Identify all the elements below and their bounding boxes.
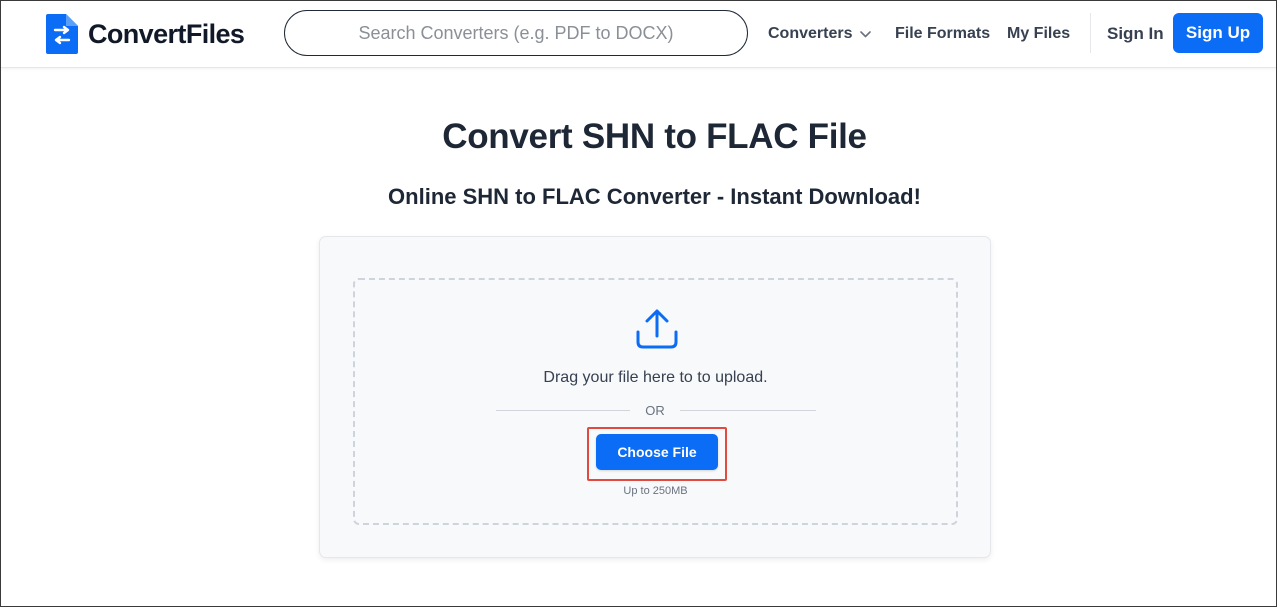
- file-dropzone[interactable]: Drag your file here to to upload. OR Cho…: [353, 278, 958, 525]
- nav-divider: [1090, 13, 1091, 53]
- search-box: [284, 10, 748, 56]
- search-input[interactable]: [285, 11, 747, 55]
- upload-card: Drag your file here to to upload. OR Cho…: [319, 236, 991, 558]
- or-separator-text: OR: [645, 403, 665, 418]
- file-size-limit-text: Up to 250MB: [623, 485, 688, 497]
- sign-in-label: Sign In: [1107, 24, 1164, 43]
- nav-my-files-label: My Files: [1007, 25, 1071, 42]
- nav-my-files-link[interactable]: My Files: [1007, 1, 1070, 67]
- upload-icon: [636, 309, 678, 349]
- page-title: Convert SHN to FLAC File: [442, 117, 867, 156]
- chevron-down-icon: [860, 30, 872, 37]
- convertfiles-logo-icon: [46, 14, 78, 54]
- brand-logo-link[interactable]: ConvertFiles: [46, 14, 245, 54]
- nav-converters-label: Converters: [768, 25, 853, 42]
- nav-file-formats-label: File Formats: [895, 25, 991, 42]
- or-divider-right: [680, 410, 816, 411]
- page-subtitle: Online SHN to FLAC Converter - Instant D…: [388, 184, 921, 209]
- sign-up-button[interactable]: Sign Up: [1173, 13, 1263, 53]
- choose-file-highlight: Choose File: [587, 427, 727, 481]
- or-divider-left: [496, 410, 630, 411]
- choose-file-button[interactable]: Choose File: [596, 434, 718, 470]
- sign-in-link[interactable]: Sign In: [1107, 1, 1164, 67]
- site-header: ConvertFiles Converters File Formats My …: [1, 1, 1276, 68]
- nav-file-formats-link[interactable]: File Formats: [895, 1, 990, 67]
- browser-viewport: ConvertFiles Converters File Formats My …: [0, 0, 1277, 607]
- nav-converters-dropdown[interactable]: Converters: [768, 1, 872, 67]
- drag-instruction-text: Drag your file here to to upload.: [543, 369, 768, 386]
- brand-name: ConvertFiles: [88, 18, 245, 49]
